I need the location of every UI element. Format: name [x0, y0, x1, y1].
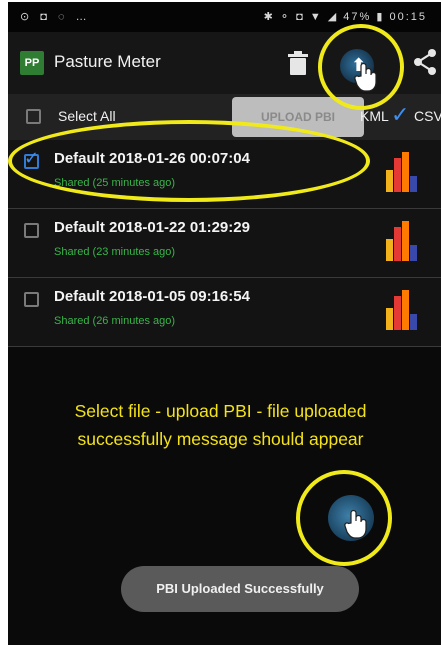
share-icon[interactable]: [412, 47, 438, 77]
file-highlight-ring: [8, 120, 370, 202]
caption-line-2: successfully message should appear: [77, 429, 364, 449]
file-row[interactable]: Default 2018-01-05 09:16:54 Shared (26 m…: [8, 278, 441, 347]
file-name: Default 2018-01-05 09:16:54: [54, 288, 250, 305]
file-checkbox[interactable]: [24, 292, 39, 307]
bar-chart-icon[interactable]: [386, 290, 420, 330]
app-title: Pasture Meter: [54, 52, 161, 71]
csv-checkbox[interactable]: ✓: [391, 102, 409, 128]
status-right-info: ✱ ⚬ ◘ ▼ ◢ 47% ▮ 00:15: [263, 11, 427, 23]
csv-label[interactable]: CSV: [414, 108, 441, 124]
file-status: Shared (23 minutes ago): [54, 246, 176, 258]
status-left-icons: ⊙ ◘ ◌ …: [20, 11, 91, 23]
fab-highlight-ring: [296, 470, 392, 566]
kml-label[interactable]: KML: [360, 108, 389, 124]
file-checkbox[interactable]: [24, 223, 39, 238]
file-status: Shared (26 minutes ago): [54, 315, 176, 327]
upload-highlight-ring: [318, 24, 404, 110]
app-logo: PP: [20, 51, 44, 75]
trash-icon[interactable]: [287, 50, 309, 76]
bar-chart-icon[interactable]: [386, 221, 420, 261]
file-name: Default 2018-01-22 01:29:29: [54, 219, 250, 236]
select-all-label: Select All: [58, 108, 116, 124]
instruction-caption: Select file - upload PBI - file uploaded…: [0, 397, 441, 453]
upload-success-toast: PBI Uploaded Successfully: [121, 566, 359, 612]
select-all-checkbox[interactable]: [26, 109, 41, 124]
caption-line-1: Select file - upload PBI - file uploaded: [74, 401, 367, 421]
bar-chart-icon[interactable]: [386, 152, 420, 192]
file-row[interactable]: Default 2018-01-22 01:29:29 Shared (23 m…: [8, 209, 441, 278]
